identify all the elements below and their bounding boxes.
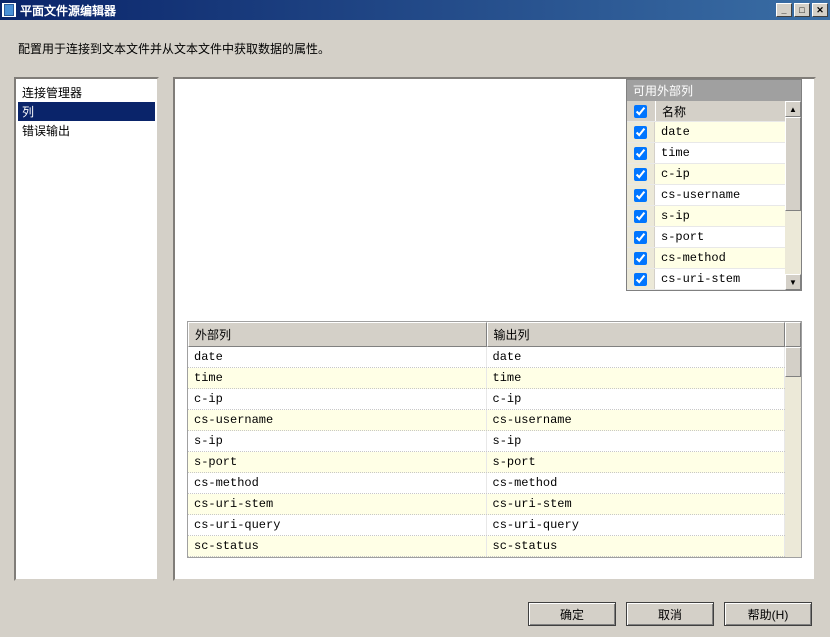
external-column-cell[interactable]: s-port [188, 452, 487, 472]
available-row[interactable]: date [627, 122, 785, 143]
available-row[interactable]: cs-method [627, 248, 785, 269]
mapping-row[interactable]: datedate [188, 347, 785, 368]
mapping-row[interactable]: timetime [188, 368, 785, 389]
titlebar: 平面文件源编辑器 _ □ ✕ [0, 0, 830, 20]
output-column-cell[interactable]: cs-uri-stem [487, 494, 786, 514]
available-columns-grid: 可用外部列 名称 datetimec-ipcs-usernames-ips-po… [626, 79, 802, 291]
mapping-row[interactable]: cs-uri-querycs-uri-query [188, 515, 785, 536]
checkbox-cell[interactable] [627, 227, 655, 247]
column-name-cell[interactable]: c-ip [655, 164, 785, 184]
mapping-row[interactable]: cs-uri-stemcs-uri-stem [188, 494, 785, 515]
column-name-cell[interactable]: cs-uri-stem [655, 269, 785, 289]
external-column-cell[interactable]: date [188, 347, 487, 367]
output-column-cell[interactable]: time [487, 368, 786, 388]
mapping-scroll-thumb[interactable] [785, 347, 801, 377]
column-checkbox[interactable] [634, 231, 647, 244]
external-column-cell[interactable]: cs-uri-query [188, 515, 487, 535]
column-checkbox[interactable] [634, 252, 647, 265]
checkbox-cell[interactable] [627, 185, 655, 205]
column-name-cell[interactable]: time [655, 143, 785, 163]
mapping-row[interactable]: s-ips-ip [188, 431, 785, 452]
external-column-header[interactable]: 外部列 [188, 322, 487, 347]
available-columns-title: 可用外部列 [627, 80, 801, 101]
column-name-cell[interactable]: s-ip [655, 206, 785, 226]
output-column-cell[interactable]: cs-uri-query [487, 515, 786, 535]
mapping-scrollbar[interactable] [785, 347, 801, 557]
mapping-row[interactable]: s-ports-port [188, 452, 785, 473]
available-header-row: 名称 [627, 101, 785, 122]
scroll-thumb[interactable] [785, 117, 801, 211]
nav-item-2[interactable]: 错误输出 [18, 121, 155, 140]
checkbox-cell[interactable] [627, 143, 655, 163]
output-column-cell[interactable]: cs-method [487, 473, 786, 493]
available-row[interactable]: s-ip [627, 206, 785, 227]
output-column-cell[interactable]: date [487, 347, 786, 367]
column-name-cell[interactable]: cs-method [655, 248, 785, 268]
checkbox-cell[interactable] [627, 269, 655, 289]
column-name-cell[interactable]: s-port [655, 227, 785, 247]
mapping-grid: 外部列 输出列 datedatetimetimec-ipc-ipcs-usern… [187, 321, 802, 558]
scroll-down-icon[interactable]: ▼ [785, 274, 801, 290]
window-title: 平面文件源编辑器 [20, 2, 776, 19]
external-column-cell[interactable]: time [188, 368, 487, 388]
output-column-cell[interactable]: cs-username [487, 410, 786, 430]
column-checkbox[interactable] [634, 210, 647, 223]
column-checkbox[interactable] [634, 147, 647, 160]
checkbox-cell[interactable] [627, 164, 655, 184]
external-column-cell[interactable]: s-ip [188, 431, 487, 451]
column-checkbox[interactable] [634, 126, 647, 139]
column-checkbox[interactable] [634, 168, 647, 181]
close-button[interactable]: ✕ [812, 3, 828, 17]
minimize-button[interactable]: _ [776, 3, 792, 17]
output-column-cell[interactable]: s-ip [487, 431, 786, 451]
mapping-header: 外部列 输出列 [188, 322, 801, 347]
column-checkbox[interactable] [634, 189, 647, 202]
content-area: 连接管理器列错误输出 可用外部列 名称 [0, 77, 830, 591]
ok-button[interactable]: 确定 [528, 602, 616, 626]
mapping-row[interactable]: cs-usernamecs-username [188, 410, 785, 431]
cancel-button[interactable]: 取消 [626, 602, 714, 626]
checkbox-cell[interactable] [627, 248, 655, 268]
output-column-cell[interactable]: c-ip [487, 389, 786, 409]
column-name-cell[interactable]: cs-username [655, 185, 785, 205]
external-column-cell[interactable]: sc-status [188, 536, 487, 556]
available-scrollbar[interactable]: ▲ ▼ [785, 101, 801, 290]
mapping-row[interactable]: c-ipc-ip [188, 389, 785, 410]
nav-item-0[interactable]: 连接管理器 [18, 83, 155, 102]
scroll-up-icon[interactable]: ▲ [785, 101, 801, 117]
output-column-cell[interactable]: sc-status [487, 536, 786, 556]
help-button[interactable]: 帮助(H) [724, 602, 812, 626]
available-row[interactable]: c-ip [627, 164, 785, 185]
checkbox-cell[interactable] [627, 206, 655, 226]
column-name-cell[interactable]: date [655, 122, 785, 142]
available-row[interactable]: s-port [627, 227, 785, 248]
mapping-row[interactable]: sc-statussc-status [188, 536, 785, 557]
name-header[interactable]: 名称 [655, 101, 785, 121]
window-controls: _ □ ✕ [776, 3, 828, 17]
available-row[interactable]: cs-uri-stem [627, 269, 785, 290]
select-all-checkbox[interactable] [634, 105, 647, 118]
select-all-cell[interactable] [627, 101, 655, 121]
output-column-header[interactable]: 输出列 [487, 322, 786, 347]
external-column-cell[interactable]: cs-uri-stem [188, 494, 487, 514]
available-columns-wrap: 可用外部列 名称 datetimec-ipcs-usernames-ips-po… [175, 79, 814, 291]
external-column-cell[interactable]: cs-username [188, 410, 487, 430]
nav-panel: 连接管理器列错误输出 [14, 77, 159, 581]
external-column-cell[interactable]: c-ip [188, 389, 487, 409]
output-column-cell[interactable]: s-port [487, 452, 786, 472]
nav-item-1[interactable]: 列 [18, 102, 155, 121]
dialog-footer: 确定 取消 帮助(H) [0, 591, 830, 637]
available-row[interactable]: time [627, 143, 785, 164]
main-panel: 可用外部列 名称 datetimec-ipcs-usernames-ips-po… [173, 77, 816, 581]
available-row[interactable]: cs-username [627, 185, 785, 206]
checkbox-cell[interactable] [627, 122, 655, 142]
external-column-cell[interactable]: cs-method [188, 473, 487, 493]
description-text: 配置用于连接到文本文件并从文本文件中获取数据的属性。 [0, 20, 830, 77]
column-checkbox[interactable] [634, 273, 647, 286]
mapping-row[interactable]: cs-methodcs-method [188, 473, 785, 494]
window: 平面文件源编辑器 _ □ ✕ 配置用于连接到文本文件并从文本文件中获取数据的属性… [0, 0, 830, 637]
app-icon [2, 3, 16, 17]
maximize-button[interactable]: □ [794, 3, 810, 17]
mapping-scroll-header [785, 322, 801, 347]
